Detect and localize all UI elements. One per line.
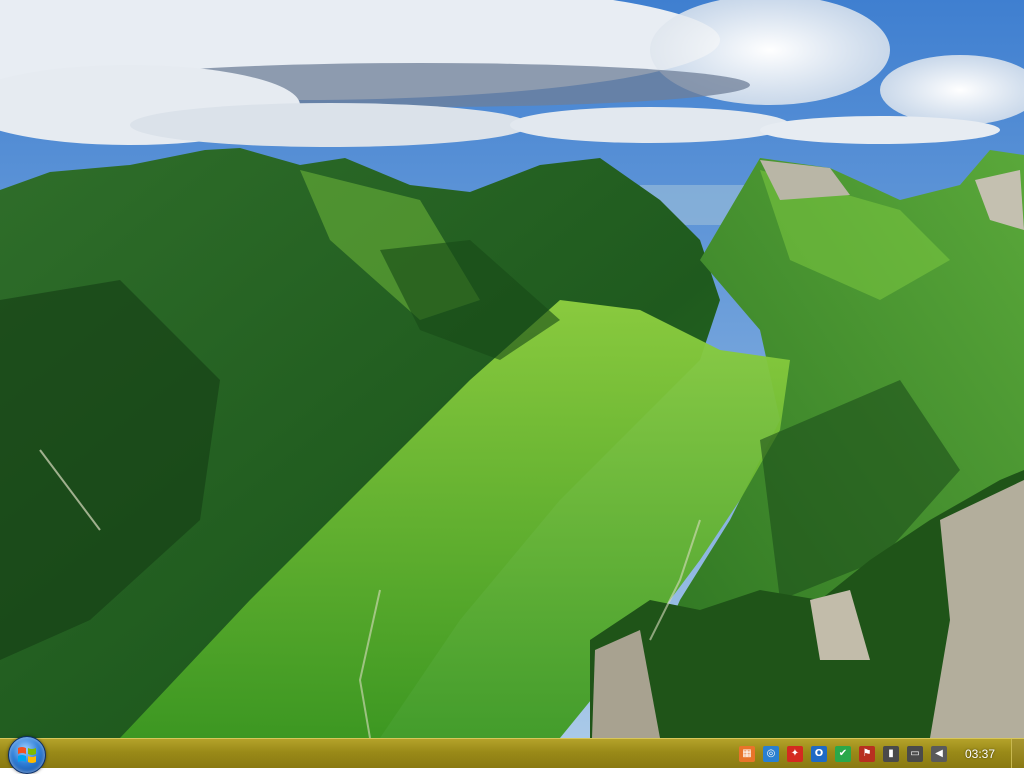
office-app-icon[interactable]: ▦: [738, 745, 755, 762]
desktop-wallpaper: [0, 0, 1024, 738]
start-button[interactable]: [8, 736, 46, 774]
system-tray: ▦ ◎ ✦ O ✔ ⚑ ▮ ▭ ◀ 03:37: [735, 739, 1024, 768]
pdf-reader-icon[interactable]: ✦: [786, 745, 803, 762]
network-globe-icon[interactable]: ◎: [762, 745, 779, 762]
network-monitor-icon[interactable]: ▭: [906, 745, 923, 762]
show-desktop-button[interactable]: [1011, 739, 1024, 768]
windows-logo-icon: [18, 747, 36, 763]
safely-remove-hardware-icon[interactable]: ▮: [882, 745, 899, 762]
outlook-icon[interactable]: O: [810, 745, 827, 762]
action-center-flag-icon[interactable]: ⚑: [858, 745, 875, 762]
volume-speaker-icon[interactable]: ◀: [930, 745, 947, 762]
taskbar: ▦ ◎ ✦ O ✔ ⚑ ▮ ▭ ◀ 03:37: [0, 736, 1024, 774]
security-shield-icon[interactable]: ✔: [834, 745, 851, 762]
clock[interactable]: 03:37: [965, 747, 995, 761]
wallpaper-image: [0, 0, 1024, 738]
